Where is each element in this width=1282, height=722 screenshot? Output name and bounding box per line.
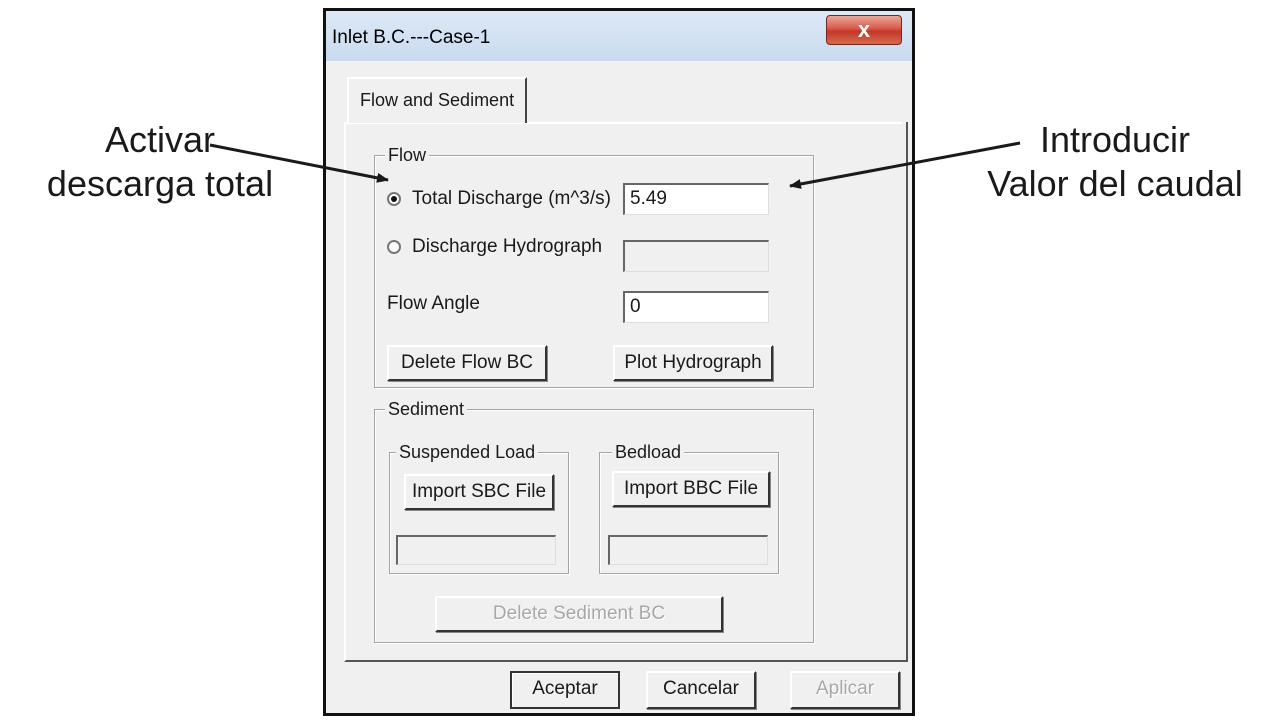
annotation-arrows: [209, 141, 1021, 189]
arrow-to-total-discharge-input: [789, 141, 1021, 189]
arrow-to-total-discharge-radio: [209, 143, 389, 183]
tab-flow-and-sediment[interactable]: Flow and Sediment: [347, 77, 527, 123]
tab-label: Flow and Sediment: [360, 90, 515, 110]
